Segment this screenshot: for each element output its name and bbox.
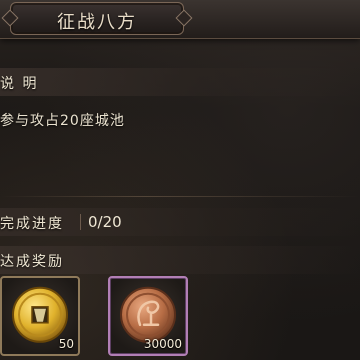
progress-row: 完成进度 0/20 (0, 208, 360, 236)
description-label: 说 明 (0, 76, 39, 92)
divider (0, 196, 360, 197)
description-header-bar (0, 68, 360, 96)
page-title: 征战八方 (57, 12, 137, 33)
progress-label: 完成进度 (0, 216, 64, 232)
rewards-label: 达成奖励 (0, 254, 64, 270)
progress-value: 0/20 (88, 213, 122, 231)
progress-divider (80, 214, 81, 230)
reward-slot-copper-coin[interactable]: 30000 (108, 276, 188, 356)
description-text: 参与攻占20座城池 (0, 113, 125, 129)
gold-coin-icon (12, 286, 68, 343)
copper-coin-icon (120, 286, 176, 343)
title-plate: 征战八方 (10, 2, 184, 35)
reward-quantity: 30000 (143, 337, 182, 351)
reward-quantity: 50 (58, 337, 74, 351)
reward-slot-gold-coin[interactable]: 50 (0, 276, 80, 356)
